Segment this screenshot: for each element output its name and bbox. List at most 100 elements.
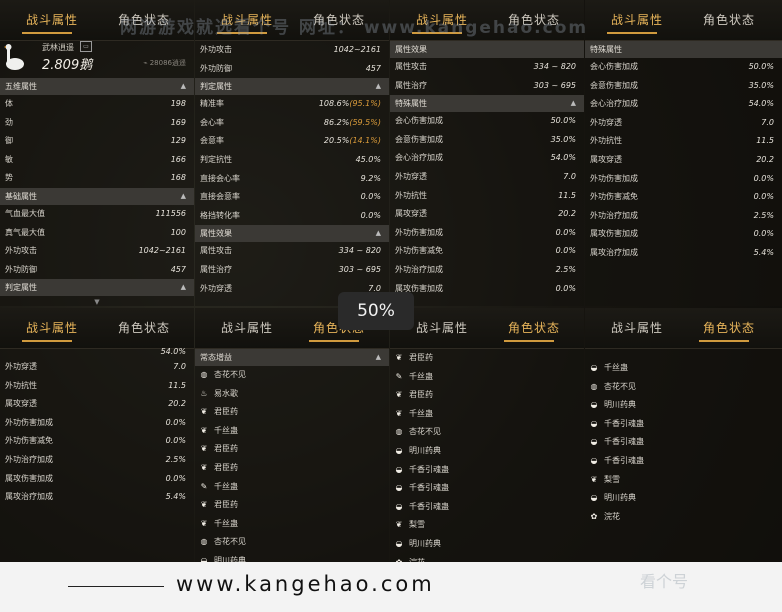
buff-item[interactable]: ◍ 杏花不见 xyxy=(585,378,782,397)
collapse-icon[interactable]: ▲ xyxy=(571,95,576,112)
buff-item[interactable]: ◒ 千香引魂蛊 xyxy=(585,452,782,471)
panel-8-tabs: 战斗属性 角色状态 xyxy=(585,308,782,349)
stat-label: 会心治疗加成 xyxy=(395,153,443,163)
section-header-special[interactable]: 特殊属性 ▲ xyxy=(390,95,584,113)
buff-item[interactable]: ◒ 千香引魂蛊 xyxy=(390,479,584,498)
buff-item[interactable]: ❦ 千丝蛊 xyxy=(195,515,389,534)
stat-label: 精准率 xyxy=(200,99,224,109)
stat-label: 判定抗性 xyxy=(200,154,232,164)
panel-7: 战斗属性 角色状态 ❦ 君臣药 ✎ 千丝蛊 ❦ 君臣药 ❦ 千丝蛊 ◍ 杏花不见 ◒ 明川药典 ◒ 千香引… xyxy=(390,308,584,562)
tab-combat[interactable]: 战斗属性 xyxy=(416,319,468,336)
buff-item[interactable]: ❦ 梨雪 xyxy=(585,471,782,490)
stat-value: 334 ~ 820 xyxy=(533,62,576,71)
collapse-icon[interactable]: ▲ xyxy=(376,78,381,95)
leaf-icon: ❦ xyxy=(200,407,208,417)
buff-item[interactable]: ◒ 千丝蛊 xyxy=(585,359,782,378)
scroll-down-icon[interactable]: ▼ xyxy=(94,298,99,306)
buff-item[interactable]: ◒ 明川药典 xyxy=(195,552,389,562)
section-header-effect[interactable]: 属性效果 ▲ xyxy=(195,225,389,243)
collapse-icon[interactable]: ▲ xyxy=(181,188,186,205)
buff-item[interactable]: ◒ 明川药典 xyxy=(390,442,584,461)
stat-label: 外功治疗加成 xyxy=(590,210,638,220)
buff-item[interactable]: ❦ 梨雪 xyxy=(390,516,584,535)
tab-underline xyxy=(309,340,359,342)
buff-label: 千香引魂蛊 xyxy=(409,464,449,474)
collapse-icon[interactable]: ▲ xyxy=(181,78,186,95)
buff-item[interactable]: ♨ 易水歌 xyxy=(195,385,389,404)
tab-role[interactable]: 角色状态 xyxy=(508,319,560,336)
buff-item[interactable]: ◒ 千香引魂蛊 xyxy=(585,433,782,452)
tab-combat[interactable]: 战斗属性 xyxy=(26,11,78,28)
stat-row: 属攻伤害加成 0.0% xyxy=(0,470,194,489)
id-card-icon[interactable]: ▭ xyxy=(80,41,92,52)
buff-item[interactable]: ◒ 明川药典 xyxy=(390,535,584,554)
buff-item[interactable]: ◒ 千香引魂蛊 xyxy=(585,415,782,434)
tab-role[interactable]: 角色状态 xyxy=(703,319,755,336)
buff-item[interactable]: ◒ 明川药典 xyxy=(585,396,782,415)
section-header-special[interactable]: 特殊属性 xyxy=(585,41,782,58)
buff-item[interactable]: ❦ 君臣药 xyxy=(195,440,389,459)
buff-item[interactable]: ◒ 明川药典 xyxy=(585,489,782,508)
banner-url[interactable]: www.kangehao.com xyxy=(176,572,435,596)
section-header-base[interactable]: 基础属性 ▲ xyxy=(0,187,194,205)
stat-row: 精准率 108.6%(95.1%) xyxy=(195,95,389,114)
tab-role[interactable]: 角色状态 xyxy=(118,319,170,336)
stat-row: 直接会心率 9.2% xyxy=(195,170,389,189)
buff-item[interactable]: ✿浣花 xyxy=(390,554,584,562)
buff-item[interactable]: ◒ 千香引魂蛊 xyxy=(390,498,584,517)
buff-item[interactable]: ◍ 杏花不见 xyxy=(195,533,389,552)
section-header-five[interactable]: 五维属性 ▲ xyxy=(0,78,194,95)
stat-row: 直接会意率 0.0% xyxy=(195,188,389,207)
buff-item[interactable]: ❦ 君臣药 xyxy=(390,349,584,368)
stat-label: 外功伤害加成 xyxy=(5,417,53,427)
tab-underline xyxy=(22,340,72,342)
leaf-icon: ❦ xyxy=(200,518,208,528)
section-header-judge[interactable]: 判定属性 ▲ xyxy=(195,78,389,96)
stat-label: 外功伤害减免 xyxy=(590,192,638,202)
buff-item[interactable]: ✎ 千丝蛊 xyxy=(195,478,389,497)
buff-label: 君臣药 xyxy=(409,353,433,362)
buff-label: 君臣药 xyxy=(214,462,238,472)
section-header-buffs[interactable]: 常态增益 ▲ xyxy=(195,349,389,366)
stat-row: 外功伤害加成 0.0% xyxy=(585,170,782,189)
stat-value: 7.0 xyxy=(761,117,774,127)
stat-row: 属攻穿透 20.2 xyxy=(390,205,584,224)
buff-label: 明川药典 xyxy=(604,493,636,503)
stat-row: 外功伤害减免 0.0% xyxy=(585,188,782,207)
panel-1: 战斗属性 角色状态 武林逍遥 ▭ 2.809鹅 ⌁ 28086逍遥 五维属性 ▲ … xyxy=(0,0,194,306)
buff-item[interactable]: ❦ 千丝蛊 xyxy=(195,422,389,441)
stat-value: 457 xyxy=(365,63,381,73)
buff-item[interactable]: ❦ 君臣药 xyxy=(195,403,389,422)
stat-value: 0.0% xyxy=(753,192,774,202)
zoom-badge: 50% xyxy=(338,292,414,330)
buff-item[interactable]: ◍ 杏花不见 xyxy=(195,366,389,385)
buff-item[interactable]: ✿浣花 xyxy=(585,508,782,527)
tab-combat[interactable]: 战斗属性 xyxy=(611,11,663,28)
collapse-icon[interactable]: ▲ xyxy=(376,225,381,242)
stat-row: 属性攻击 334 ~ 820 xyxy=(195,242,389,261)
buff-item[interactable]: ❦ 君臣药 xyxy=(390,386,584,405)
section-header-effect[interactable]: 属性效果 xyxy=(390,41,584,58)
buff-item[interactable]: ✎ 千丝蛊 xyxy=(390,368,584,387)
stat-label: 气血最大值 xyxy=(5,208,45,218)
stat-row: 外功穿透 7.0 xyxy=(585,114,782,133)
tab-combat[interactable]: 战斗属性 xyxy=(221,319,273,336)
buff-item[interactable]: ◍ 杏花不见 xyxy=(390,423,584,442)
tab-combat[interactable]: 战斗属性 xyxy=(611,319,663,336)
section-header-judge[interactable]: 判定属性 ▲ xyxy=(0,279,194,297)
buff-item[interactable]: ❦ 君臣药 xyxy=(195,496,389,515)
bowl-icon: ◒ xyxy=(590,418,598,428)
stat-row: 属性攻击 334 ~ 820 xyxy=(390,58,584,77)
buff-item[interactable]: ◒ 千香引魂蛊 xyxy=(390,461,584,480)
stat-value: 7.0 xyxy=(173,362,186,371)
stat-label: 外功伤害减免 xyxy=(5,436,53,446)
collapse-icon[interactable]: ▲ xyxy=(181,279,186,296)
stat-value: 457 xyxy=(170,264,186,274)
buff-item[interactable]: ❦ 千丝蛊 xyxy=(390,405,584,424)
collapse-icon[interactable]: ▲ xyxy=(376,349,381,366)
buff-label: 千丝蛊 xyxy=(214,481,238,491)
tab-combat[interactable]: 战斗属性 xyxy=(26,319,78,336)
flame-icon: ♨ xyxy=(200,388,208,398)
buff-item[interactable]: ❦ 君臣药 xyxy=(195,459,389,478)
tab-role[interactable]: 角色状态 xyxy=(703,11,755,28)
